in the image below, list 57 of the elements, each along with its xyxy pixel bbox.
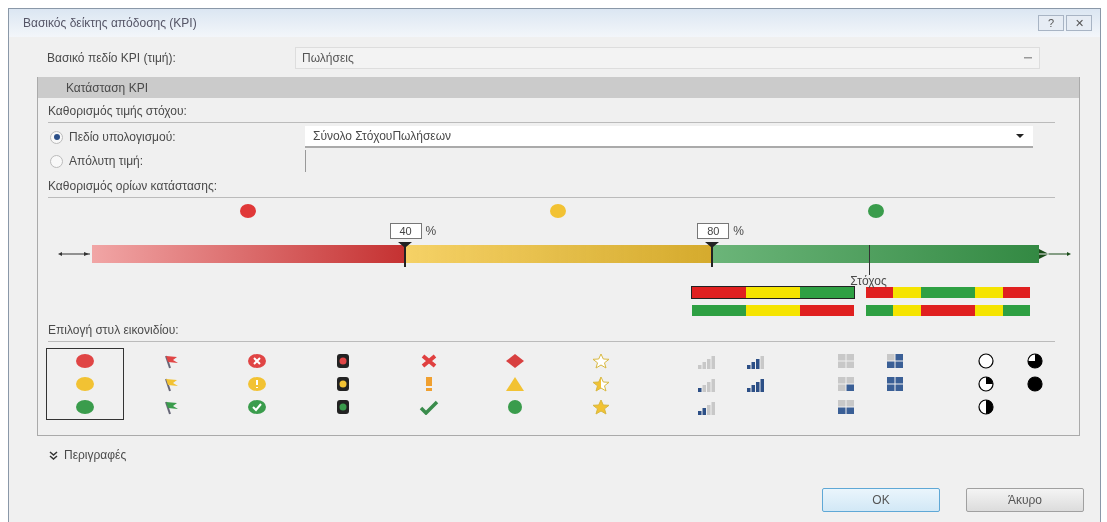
squares-icon bbox=[835, 399, 856, 416]
section-heading: Καθορισμός ορίων κατάστασης: bbox=[48, 179, 218, 193]
help-button[interactable]: ? bbox=[1038, 15, 1064, 31]
arrow-icon bbox=[1039, 249, 1071, 259]
squares-icon bbox=[835, 352, 856, 369]
pie-icon bbox=[1024, 376, 1045, 392]
icon-style-option[interactable] bbox=[46, 348, 124, 420]
circle-icon bbox=[75, 376, 95, 392]
triangle-icon bbox=[505, 376, 525, 392]
target-label: Στόχος bbox=[850, 274, 887, 288]
radio-button[interactable] bbox=[50, 154, 63, 168]
circle-icon bbox=[75, 352, 95, 369]
close-button[interactable]: ✕ bbox=[1066, 15, 1092, 31]
circle-icon bbox=[505, 399, 525, 416]
percent-label: % bbox=[425, 224, 437, 238]
x-circle-icon bbox=[247, 352, 267, 369]
threshold-handle[interactable] bbox=[705, 242, 720, 267]
exclamation-circle-icon bbox=[247, 376, 267, 392]
squares-icon bbox=[884, 352, 905, 369]
section-heading: Επιλογή στυλ εικονιδίου: bbox=[48, 323, 179, 337]
star-icon bbox=[591, 399, 611, 416]
option-label: Απόλυτη τιμή: bbox=[69, 154, 145, 168]
star-icon bbox=[591, 352, 611, 369]
cancel-button[interactable]: Άκυρο bbox=[966, 488, 1084, 512]
pie-icon bbox=[975, 376, 996, 392]
threshold-field[interactable]: 80 bbox=[697, 223, 730, 239]
band-style-option[interactable] bbox=[691, 286, 855, 299]
diamond-icon bbox=[505, 352, 525, 369]
circle-icon bbox=[75, 399, 95, 416]
ok-button[interactable]: OK bbox=[822, 488, 940, 512]
field-label: Βασικό πεδίο KPI (τιμή): bbox=[47, 51, 177, 65]
signal-bars-icon bbox=[695, 376, 716, 392]
threshold-handle[interactable] bbox=[397, 242, 412, 267]
check-circle-icon bbox=[247, 399, 267, 416]
cross-icon bbox=[419, 352, 439, 369]
checkmark-icon bbox=[419, 399, 439, 416]
pie-icon bbox=[1024, 352, 1045, 369]
pie-icon bbox=[975, 399, 996, 416]
signal-bars-icon bbox=[744, 376, 765, 392]
pie-icon bbox=[975, 352, 996, 369]
target-field-dropdown[interactable]: Σύνολο ΣτόχουΠωλήσεων bbox=[305, 126, 1033, 148]
threshold-field[interactable]: 40 bbox=[389, 223, 422, 239]
section-heading: Καθορισμός τιμής στόχου: bbox=[48, 104, 187, 118]
star-icon bbox=[591, 376, 611, 392]
expand-icon[interactable] bbox=[49, 450, 58, 460]
arrow-icon bbox=[58, 249, 90, 259]
radio-button[interactable] bbox=[50, 130, 63, 144]
signal-bars-icon bbox=[695, 399, 716, 416]
squares-icon bbox=[835, 376, 856, 392]
base-field-dropdown[interactable]: Πωλήσεις bbox=[295, 47, 1040, 69]
caret-icon bbox=[1015, 133, 1025, 139]
group-title: Κατάσταση KPI bbox=[66, 80, 148, 95]
descriptions-label[interactable]: Περιγραφές bbox=[64, 448, 127, 462]
option-label: Πεδίο υπολογισμού: bbox=[69, 130, 177, 144]
percent-label: % bbox=[733, 224, 744, 238]
window-title: Βασικός δείκτης απόδοσης (KPI) bbox=[23, 16, 198, 30]
squares-icon bbox=[884, 376, 905, 392]
